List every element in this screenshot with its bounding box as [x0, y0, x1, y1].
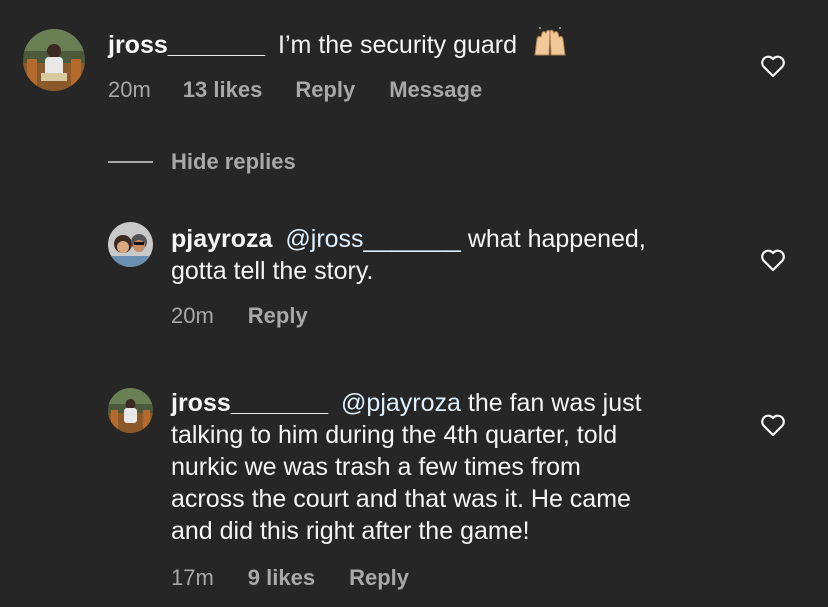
hide-replies-button[interactable]: Hide replies [171, 149, 296, 175]
reply-text: nurkic we was trash a few times from [171, 453, 581, 481]
avatar-image [23, 29, 85, 91]
reply-body: pjayroza @jross_______ what happened, go… [171, 223, 646, 287]
comment-username[interactable]: jross_______ [108, 31, 265, 59]
reply-mention[interactable]: @pjayroza [341, 389, 461, 417]
reply-text: and did this right after the game! [171, 517, 530, 545]
comment-likes[interactable]: 13 likes [183, 77, 263, 103]
avatar[interactable] [108, 222, 153, 267]
avatar[interactable] [108, 388, 153, 433]
divider [108, 161, 153, 163]
avatar[interactable] [23, 29, 85, 91]
reply-time: 20m [171, 303, 214, 328]
comments-thread: jross_______ I’m the security guard 20m … [0, 0, 828, 607]
reply-body: jross_______ @pjayroza the fan was just … [171, 387, 642, 547]
reply-username[interactable]: jross_______ [171, 389, 328, 417]
comment-time: 20m [108, 77, 151, 102]
reply-button[interactable]: Reply [248, 303, 308, 329]
reply-text: the fan was just [460, 389, 642, 417]
reply-button[interactable]: Reply [349, 565, 409, 591]
reply-text: gotta tell the story. [171, 257, 374, 285]
avatar-image [108, 222, 153, 267]
heart-icon[interactable] [760, 54, 786, 78]
heart-icon[interactable] [760, 248, 786, 272]
reply-time: 17m [171, 565, 214, 590]
comment-reply-button[interactable]: Reply [295, 77, 355, 103]
comment-message-button[interactable]: Message [389, 77, 482, 103]
avatar-image [108, 388, 153, 433]
comment-body: jross_______ I’m the security guard [108, 27, 568, 65]
comment-text: I’m the security guard [278, 31, 518, 59]
heart-icon[interactable] [760, 413, 786, 437]
reply-text: talking to him during the 4th quarter, t… [171, 421, 618, 449]
reply-meta: 17m 9 likes Reply [171, 565, 409, 591]
reply-meta: 20m Reply [171, 303, 308, 329]
reply-likes[interactable]: 9 likes [248, 565, 315, 591]
raising-hands-icon [532, 27, 568, 65]
reply-mention[interactable]: @jross_______ [285, 225, 461, 253]
reply-text: across the court and that was it. He cam… [171, 485, 631, 513]
comment-meta: 20m 13 likes Reply Message [108, 77, 482, 103]
reply-text: what happened, [460, 225, 646, 253]
reply-username[interactable]: pjayroza [171, 225, 272, 253]
